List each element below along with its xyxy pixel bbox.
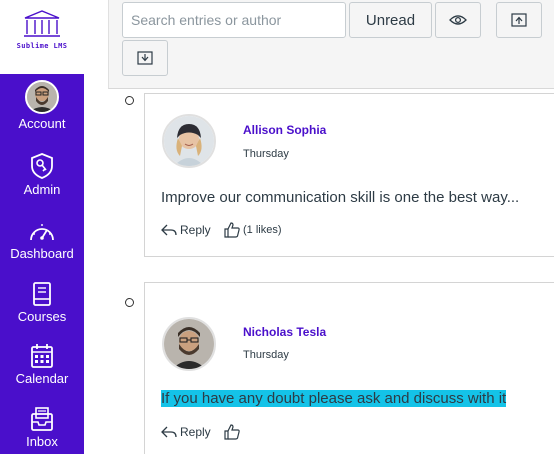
reply-arrow-icon — [161, 426, 177, 438]
sidebar-item-inbox[interactable]: Inbox — [0, 406, 84, 449]
like-count: (1 likes) — [243, 224, 282, 236]
download-icon — [137, 51, 153, 65]
view-toggle-button[interactable] — [435, 2, 481, 38]
like-button[interactable] — [223, 423, 243, 441]
brand-name: Sublime LMS — [16, 42, 68, 50]
app: Sublime LMS Account Admin Dashboard Cour… — [0, 0, 554, 454]
account-avatar — [25, 80, 59, 114]
entry-message: Improve our communication skill is one t… — [161, 189, 520, 206]
discussion-toolbar: Unread — [108, 0, 554, 89]
author-name[interactable]: Allison Sophia — [243, 123, 326, 137]
sidebar-item-calendar[interactable]: Calendar — [0, 343, 84, 386]
sidebar-item-label: Dashboard — [10, 246, 74, 261]
entry-date: Thursday — [243, 148, 289, 160]
search-input[interactable] — [122, 2, 346, 38]
upload-icon — [511, 13, 527, 27]
expand-button[interactable] — [122, 40, 168, 76]
entry-bullet — [125, 96, 134, 105]
entry-message: If you have any doubt please ask and dis… — [161, 390, 507, 407]
logo[interactable]: Sublime LMS — [0, 0, 84, 74]
unread-button[interactable]: Unread — [349, 2, 432, 38]
author-name[interactable]: Nicholas Tesla — [243, 325, 326, 339]
entry-date: Thursday — [243, 349, 289, 361]
highlighted-text: If you have any doubt please ask and dis… — [161, 390, 507, 407]
calendar-icon — [31, 344, 53, 368]
reply-button[interactable]: Reply — [161, 223, 211, 237]
book-icon — [33, 282, 51, 306]
sidebar-item-admin[interactable]: Admin — [0, 152, 84, 197]
inbox-icon — [31, 407, 53, 431]
avatar[interactable] — [162, 317, 216, 371]
like-button[interactable]: (1 likes) — [223, 221, 282, 239]
sidebar-item-label: Account — [18, 116, 66, 131]
reply-arrow-icon — [161, 224, 177, 236]
discussion-entry: Nicholas Tesla Thursday If you have any … — [144, 282, 554, 454]
entry-bullet — [125, 298, 134, 307]
avatar[interactable] — [162, 114, 216, 168]
sidebar-item-label: Admin — [23, 182, 61, 197]
eye-icon — [449, 15, 467, 25]
reply-button[interactable]: Reply — [161, 425, 211, 439]
collapse-button[interactable] — [496, 2, 542, 38]
sidebar-item-account[interactable]: Account — [0, 80, 84, 131]
sidebar: Sublime LMS Account Admin Dashboard Cour… — [0, 0, 84, 454]
discussion-entry: Allison Sophia Thursday Improve our comm… — [144, 93, 554, 257]
sidebar-item-label: Inbox — [26, 434, 58, 449]
sidebar-item-label: Courses — [17, 309, 67, 324]
thumbs-up-icon — [224, 222, 240, 238]
shield-key-icon — [31, 153, 53, 179]
sidebar-item-courses[interactable]: Courses — [0, 281, 84, 324]
reply-label: Reply — [180, 425, 211, 439]
sidebar-item-dashboard[interactable]: Dashboard — [0, 220, 84, 261]
building-logo-icon — [24, 10, 60, 37]
thumbs-up-icon — [224, 424, 240, 440]
sidebar-item-label: Calendar — [15, 371, 69, 386]
speedometer-icon — [30, 224, 54, 241]
reply-label: Reply — [180, 223, 211, 237]
